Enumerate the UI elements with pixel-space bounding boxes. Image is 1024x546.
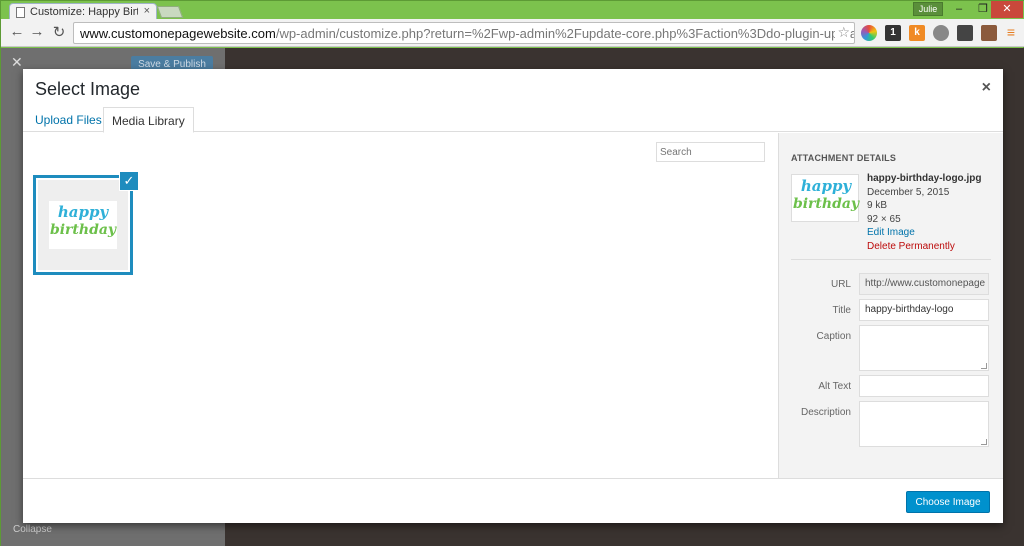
alt-text-label: Alt Text (818, 381, 851, 392)
modal-title: Select Image (35, 79, 141, 99)
modal-footer: Choose Image (23, 478, 1003, 523)
attachment-filesize: 9 kB (867, 200, 888, 211)
select-image-modal: Select Image × Upload Files Media Librar… (23, 69, 1003, 523)
attachment-date: December 5, 2015 (867, 186, 950, 198)
reload-icon[interactable]: ↻ (49, 23, 69, 41)
delete-permanently-link[interactable]: Delete Permanently (867, 240, 981, 254)
browser-window: Customize: Happy Birthda × Julie – ❐ ✕ ←… (0, 0, 1024, 546)
media-library-grid: happy birthday ✓ (23, 133, 778, 478)
collapse-link: Collapse (13, 524, 52, 535)
logo-birthday-text: birthday (792, 196, 860, 212)
customizer-close-icon: ✕ (11, 54, 23, 70)
window-close-button[interactable]: ✕ (991, 1, 1023, 18)
new-tab-button[interactable] (156, 6, 184, 18)
tab-close-icon[interactable]: × (144, 5, 150, 17)
details-thumbnail: happy birthday (791, 174, 859, 222)
attachment-thumbnail[interactable]: happy birthday ✓ (33, 171, 139, 275)
selected-check-icon[interactable]: ✓ (119, 171, 139, 191)
resize-grip-icon[interactable] (981, 363, 987, 369)
url-host: www.customonepagewebsite.com (80, 25, 276, 41)
camera-extension-icon[interactable] (981, 25, 997, 41)
modal-tabs: Upload Files Media Library (23, 107, 1003, 133)
browser-titlebar: Customize: Happy Birthda × Julie – ❐ ✕ (1, 1, 1024, 20)
browser-tab[interactable]: Customize: Happy Birthda × (9, 3, 157, 20)
title-field[interactable]: happy-birthday-logo (859, 299, 989, 321)
page-icon (16, 6, 25, 18)
attachment-filename: happy-birthday-logo.jpg (867, 173, 982, 184)
tab-media-library[interactable]: Media Library (103, 107, 194, 133)
description-textarea[interactable] (859, 401, 989, 447)
logo-happy-text: happy (57, 203, 109, 221)
tab-title: Customize: Happy Birthda (30, 6, 138, 18)
logo-happy-text: happy (800, 177, 852, 195)
user-profile-badge[interactable]: Julie (913, 2, 943, 16)
puzzle-extension-icon[interactable] (957, 25, 973, 41)
alt-text-field[interactable] (859, 375, 989, 397)
menu-icon[interactable]: ≡ (1003, 25, 1019, 41)
back-arrow-icon[interactable]: ← (7, 23, 27, 40)
minimize-button[interactable]: – (947, 1, 971, 18)
browser-toolbar: ← → ↻ www.customonepagewebsite.com/wp-ad… (1, 19, 1024, 47)
attachment-details-panel: Attachment Details happy birthday happy-… (778, 133, 1003, 478)
url-field[interactable]: http://www.customonepage (859, 273, 989, 295)
details-divider (791, 259, 991, 260)
logo-birthday-text: birthday (49, 222, 117, 238)
address-bar[interactable]: www.customonepagewebsite.com/wp-admin/cu… (73, 22, 855, 44)
forward-arrow-icon[interactable]: → (27, 23, 47, 40)
choose-image-button[interactable]: Choose Image (906, 491, 990, 513)
url-path: /wp-admin/customize.php?return=%2Fwp-adm… (275, 25, 855, 41)
k-extension-icon[interactable]: k (909, 25, 925, 41)
number-one-extension-icon[interactable]: 1 (885, 25, 901, 41)
caption-textarea[interactable] (859, 325, 989, 371)
eye-extension-icon[interactable] (933, 25, 949, 41)
color-wheel-extension-icon[interactable] (861, 25, 877, 41)
attachment-details-heading: Attachment Details (791, 153, 897, 163)
title-label: Title (832, 305, 851, 316)
attachment-info: happy-birthday-logo.jpg December 5, 2015… (867, 172, 981, 253)
modal-close-icon[interactable]: × (982, 79, 991, 97)
thumbnail-image: happy birthday (49, 201, 117, 249)
edit-image-link[interactable]: Edit Image (867, 226, 981, 240)
description-label: Description (800, 407, 851, 418)
url-label: URL (830, 279, 851, 290)
search-input[interactable] (656, 142, 765, 162)
caption-label: Caption (816, 331, 851, 342)
tab-upload-files[interactable]: Upload Files (35, 113, 102, 127)
attachment-dimensions: 92 × 65 (867, 213, 901, 225)
resize-grip-icon[interactable] (981, 439, 987, 445)
bookmark-star-icon[interactable]: ☆ (835, 24, 850, 41)
